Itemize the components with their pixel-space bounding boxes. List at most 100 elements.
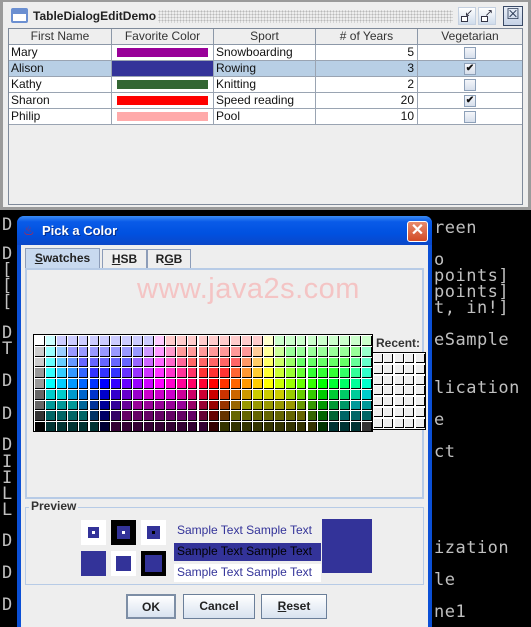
color-swatch[interactable]	[340, 379, 351, 389]
color-swatch[interactable]	[100, 379, 111, 389]
color-swatch[interactable]	[198, 368, 209, 378]
color-swatch[interactable]	[263, 422, 274, 432]
color-swatch[interactable]	[45, 357, 56, 368]
color-swatch[interactable]	[231, 357, 242, 368]
color-swatch[interactable]	[165, 379, 176, 389]
color-swatch[interactable]	[56, 422, 67, 432]
color-swatch[interactable]	[285, 411, 296, 421]
color-swatch[interactable]	[89, 411, 100, 421]
recent-swatch[interactable]	[405, 364, 415, 374]
color-swatch[interactable]	[209, 379, 220, 389]
color-swatch[interactable]	[253, 422, 263, 432]
column-header-sport[interactable]: Sport	[214, 29, 316, 44]
table-row[interactable]: Mary Snowboarding 5	[9, 45, 522, 61]
color-swatch[interactable]	[45, 336, 56, 346]
color-swatch[interactable]	[307, 411, 318, 421]
color-swatch[interactable]	[176, 411, 187, 421]
color-swatch[interactable]	[176, 357, 187, 368]
color-swatch[interactable]	[122, 379, 133, 389]
cell-sport[interactable]: Pool	[214, 109, 316, 124]
color-swatch[interactable]	[340, 400, 351, 411]
color-swatch[interactable]	[362, 422, 372, 432]
main-title-bar[interactable]: TableDialogEditDemo ↙ ↗ ☒	[3, 0, 528, 28]
recent-swatch[interactable]	[384, 418, 394, 428]
color-swatch[interactable]	[242, 389, 252, 400]
color-swatch[interactable]	[318, 379, 329, 389]
iconify-button[interactable]: ↙	[458, 7, 476, 25]
table-row[interactable]: Sharon Speed reading 20 ✔	[9, 93, 522, 109]
color-swatch[interactable]	[263, 400, 274, 411]
color-swatch[interactable]	[45, 346, 56, 357]
color-swatch[interactable]	[89, 400, 100, 411]
color-swatch[interactable]	[133, 379, 143, 389]
recent-swatch[interactable]	[415, 397, 425, 407]
color-swatch[interactable]	[274, 379, 285, 389]
color-swatch[interactable]	[78, 400, 89, 411]
color-swatch[interactable]	[35, 336, 45, 346]
color-swatch[interactable]	[35, 379, 45, 389]
color-swatch[interactable]	[100, 422, 111, 432]
color-swatch[interactable]	[274, 346, 285, 357]
cell-first-name[interactable]: Alison	[9, 61, 112, 76]
table-row[interactable]: Alison Rowing 3 ✔	[9, 61, 522, 77]
color-swatch[interactable]	[67, 422, 78, 432]
recent-swatch[interactable]	[415, 408, 425, 417]
cell-vegetarian[interactable]	[418, 45, 522, 60]
color-swatch[interactable]	[56, 379, 67, 389]
color-swatch[interactable]	[89, 422, 100, 432]
color-swatch[interactable]	[198, 411, 209, 421]
color-swatch[interactable]	[242, 400, 252, 411]
recent-swatch[interactable]	[384, 408, 394, 417]
color-swatch[interactable]	[318, 400, 329, 411]
color-swatch[interactable]	[45, 411, 56, 421]
column-header-favorite-color[interactable]: Favorite Color	[112, 29, 214, 44]
cell-vegetarian[interactable]	[418, 77, 522, 92]
color-swatch[interactable]	[35, 411, 45, 421]
color-swatch[interactable]	[329, 346, 340, 357]
color-swatch[interactable]	[133, 389, 143, 400]
color-swatch[interactable]	[242, 379, 252, 389]
color-swatch[interactable]	[133, 357, 143, 368]
color-swatch[interactable]	[296, 389, 307, 400]
color-swatch[interactable]	[340, 389, 351, 400]
color-swatch[interactable]	[144, 368, 154, 378]
color-swatch[interactable]	[231, 400, 242, 411]
color-swatch[interactable]	[340, 336, 351, 346]
color-swatch[interactable]	[154, 411, 165, 421]
color-swatch[interactable]	[78, 336, 89, 346]
recent-swatch[interactable]	[394, 364, 404, 374]
cell-years[interactable]: 3	[316, 61, 418, 76]
color-swatch[interactable]	[122, 357, 133, 368]
color-swatch[interactable]	[351, 336, 361, 346]
color-swatch[interactable]	[231, 422, 242, 432]
color-swatch[interactable]	[198, 400, 209, 411]
color-swatch[interactable]	[165, 400, 176, 411]
recent-swatch[interactable]	[394, 397, 404, 407]
color-swatch[interactable]	[122, 389, 133, 400]
color-swatch[interactable]	[187, 400, 198, 411]
color-swatch[interactable]	[220, 422, 231, 432]
color-swatch[interactable]	[307, 336, 318, 346]
color-swatch[interactable]	[340, 422, 351, 432]
color-swatch[interactable]	[111, 357, 122, 368]
recent-swatch[interactable]	[394, 408, 404, 417]
color-swatch[interactable]	[198, 379, 209, 389]
color-swatch[interactable]	[35, 368, 45, 378]
color-swatch[interactable]	[111, 389, 122, 400]
color-swatch[interactable]	[144, 346, 154, 357]
color-swatch[interactable]	[209, 357, 220, 368]
color-swatch[interactable]	[340, 411, 351, 421]
color-swatch[interactable]	[144, 400, 154, 411]
color-swatch[interactable]	[198, 357, 209, 368]
table-row[interactable]: Kathy Knitting 2	[9, 77, 522, 93]
color-swatch[interactable]	[45, 389, 56, 400]
recent-swatch[interactable]	[384, 386, 394, 396]
color-swatch[interactable]	[296, 368, 307, 378]
color-swatch[interactable]	[154, 379, 165, 389]
color-swatch[interactable]	[133, 400, 143, 411]
color-swatch[interactable]	[329, 400, 340, 411]
color-swatch[interactable]	[165, 411, 176, 421]
color-swatch[interactable]	[209, 411, 220, 421]
color-swatch[interactable]	[274, 411, 285, 421]
recent-swatch[interactable]	[384, 354, 394, 363]
